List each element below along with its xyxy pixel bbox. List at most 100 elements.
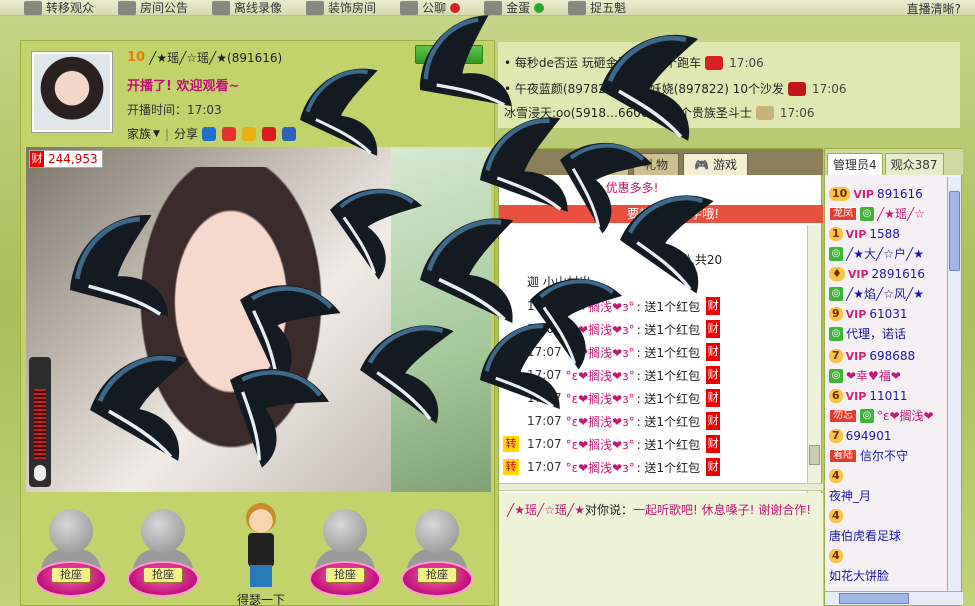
manager-icon: ◎ [860, 408, 874, 423]
chat-user[interactable]: °ε❤搁浅❤з° [566, 367, 635, 384]
money-value: 244,953 [48, 152, 98, 166]
seat-avatar-head [141, 509, 185, 553]
user-list-hscrollbar[interactable] [825, 591, 963, 605]
user-row[interactable]: 唐伯虎看足球 [829, 527, 901, 544]
user-row[interactable]: ◎ ❤幸♥福❤ [829, 367, 901, 384]
tower-icon [118, 0, 137, 15]
manager-icon: ◎ [829, 286, 843, 301]
user-row[interactable]: ◎ ╱★焰╱☆风╱★ [829, 285, 924, 302]
chat-splitter[interactable] [499, 483, 823, 491]
chat-user[interactable]: °ε❤搁浅❤з° [566, 321, 635, 338]
catch-game-button[interactable]: 捉五魁 [568, 0, 626, 16]
user-tabs: 管理员4 观众387 [825, 149, 963, 175]
host-panel: 10 ╱★瑶╱☆瑶╱★ (891616) +关注 开播了! 欢迎观看~ 开播时间… [20, 40, 495, 606]
money-counter: 财 244,953 [29, 150, 103, 168]
chat-user[interactable]: °ε❤搁浅❤з° [566, 344, 635, 361]
user-row[interactable]: 龙凤 ◎ ╱★瑶╱☆ [829, 205, 925, 222]
user-row[interactable]: 着陆 信尔不守 [829, 447, 908, 464]
decorate-room-button[interactable]: 装饰房间 [306, 0, 376, 16]
chat-user[interactable]: °ε❤搁浅❤з° [566, 459, 635, 476]
user-row[interactable]: ◎ ╱★大╱☆户╱★ [829, 245, 924, 262]
clarity-link[interactable]: 直播清晰? [907, 0, 961, 17]
toolbar-label: 装饰房间 [328, 1, 377, 15]
user-row[interactable]: 7 694901 [829, 429, 891, 443]
chat-scroll-thumb[interactable] [809, 445, 820, 465]
user-row[interactable]: 夜神_月 [829, 487, 871, 504]
tab-gifts[interactable]: 礼物 [633, 153, 680, 175]
transfer-audience-button[interactable]: 转移观众 [24, 0, 94, 16]
user-row[interactable]: 4 [829, 549, 846, 563]
user-row[interactable]: 9 VIP 61031 [829, 307, 908, 321]
user-hscroll-thumb[interactable] [839, 593, 909, 604]
room-notice-button[interactable]: 房间公告 [118, 0, 188, 16]
chat-promo-tip: 下! 优惠多多! [585, 181, 659, 195]
grab-seat-button[interactable]: 抢座 [417, 567, 457, 583]
chat-user[interactable]: °ε❤搁浅❤з° [566, 436, 635, 453]
share-label: 分享 [173, 127, 198, 141]
user-row[interactable]: 7 VIP 698688 [829, 349, 915, 363]
manager-icon: ◎ [829, 246, 843, 261]
user-scroll-thumb[interactable] [949, 191, 960, 271]
cai-icon: 财 [706, 320, 721, 338]
chat-user[interactable]: °ε❤搁浅❤з° [566, 390, 635, 407]
user-row[interactable]: 4 [829, 509, 846, 523]
follow-button[interactable]: +关注 [415, 45, 483, 64]
money-icon: 财 [30, 151, 44, 167]
share-weibo-icon[interactable] [222, 126, 236, 141]
share-photo-icon[interactable] [282, 126, 296, 141]
tab-games-label: 游戏 [712, 157, 737, 172]
chat-user[interactable]: °ε❤搁浅❤з° [566, 298, 635, 315]
seat-4: 抢座 [401, 509, 473, 606]
offline-video-button[interactable]: 离线录像 [212, 0, 282, 16]
user-row[interactable]: 6 VIP 11011 [829, 389, 908, 403]
mic-volume-bar[interactable] [29, 357, 51, 487]
share-star-icon[interactable] [242, 126, 256, 141]
user-row[interactable]: 10 VIP 891616 [829, 187, 923, 201]
toolbar-label: 离线录像 [234, 1, 283, 15]
grab-seat-button[interactable]: 抢座 [51, 567, 91, 583]
host-figure[interactable]: 得瑟一下 [231, 503, 291, 606]
host-avatar[interactable] [31, 51, 113, 133]
family-dropdown[interactable]: 家族 [127, 125, 151, 142]
chat-partial: 迦 小山村出 [527, 275, 591, 289]
start-time: 开播时间：17:03 [127, 103, 222, 117]
share-t-icon[interactable] [262, 126, 276, 141]
notice-item: 冰雪浸天:oo(5918…660009) 1个贵族圣斗士 17:06 [504, 104, 814, 121]
grab-seat-button[interactable]: 抢座 [325, 567, 365, 583]
user-name: 代理，诺话 [846, 327, 907, 341]
show-off-label[interactable]: 得瑟一下 [231, 591, 291, 606]
user-row[interactable]: 勿忘 ◎ °ε❤搁浅❤ [829, 407, 934, 424]
chat-message: 17:07 °ε❤搁浅❤з° : 送1个红包 财 [503, 366, 721, 384]
sports-car-icon [705, 55, 724, 70]
chat-text: : 送1个红包 [636, 460, 701, 475]
grab-seat-button[interactable]: 抢座 [143, 567, 183, 583]
tab-audience[interactable]: 观众387 [884, 153, 944, 175]
chat-user[interactable]: °ε❤搁浅❤з° [566, 413, 635, 430]
notice-text: • 午夜蓝颜(8978221)…魅妖娆(897822) 10个沙发 [504, 82, 784, 96]
gift-notice-area: • 每秒de否运 玩砸金蛋获得 1个跑车 17:06 • 午夜蓝颜(897822… [498, 42, 960, 128]
private-sender[interactable]: ╱★瑶╱☆瑶╱★ [507, 503, 585, 517]
tab-admins[interactable]: 管理员4 [827, 153, 883, 175]
user-list-scrollbar[interactable] [947, 177, 961, 593]
tab-games[interactable]: 🎮 游戏 [683, 153, 748, 175]
tab-song-request[interactable]: 点歌 [583, 153, 630, 175]
golden-egg-button[interactable]: 金蛋 [484, 0, 545, 16]
user-tag: 勿忘 [829, 408, 857, 423]
user-row[interactable]: 1 VIP 1588 [829, 227, 900, 241]
user-list: 10 VIP 891616 龙凤 ◎ ╱★瑶╱☆ 1 VIP 1588 ◎ ╱★… [825, 177, 947, 593]
user-row[interactable]: 如花大饼脸 [829, 567, 889, 584]
chat-text: : 送1个红包 [636, 322, 701, 337]
seat-1: 抢座 [35, 509, 107, 606]
notice-time: 17:06 [729, 55, 764, 70]
user-row[interactable]: ◎ 代理，诺话 [829, 325, 906, 342]
chat-message: 17:07 °ε❤搁浅❤з° : 送1个红包 财 [503, 389, 721, 407]
share-qzone-icon[interactable] [202, 126, 216, 141]
public-chat-button[interactable]: 公聊 [400, 0, 461, 16]
video-stream[interactable]: 财 244,953 [26, 147, 491, 492]
toolbar-label: 捉五魁 [590, 1, 627, 15]
notice-item: • 每秒de否运 玩砸金蛋获得 1个跑车 17:06 [504, 54, 764, 71]
user-row[interactable]: 4 [829, 469, 846, 483]
private-message: 一起听歌吧! 休息嗓子! 谢谢合作! [632, 503, 812, 517]
user-row[interactable]: ♦ VIP 2891616 [829, 267, 925, 281]
notice-text: • 每秒de否运 玩砸金蛋获得 1个跑车 [504, 56, 702, 70]
